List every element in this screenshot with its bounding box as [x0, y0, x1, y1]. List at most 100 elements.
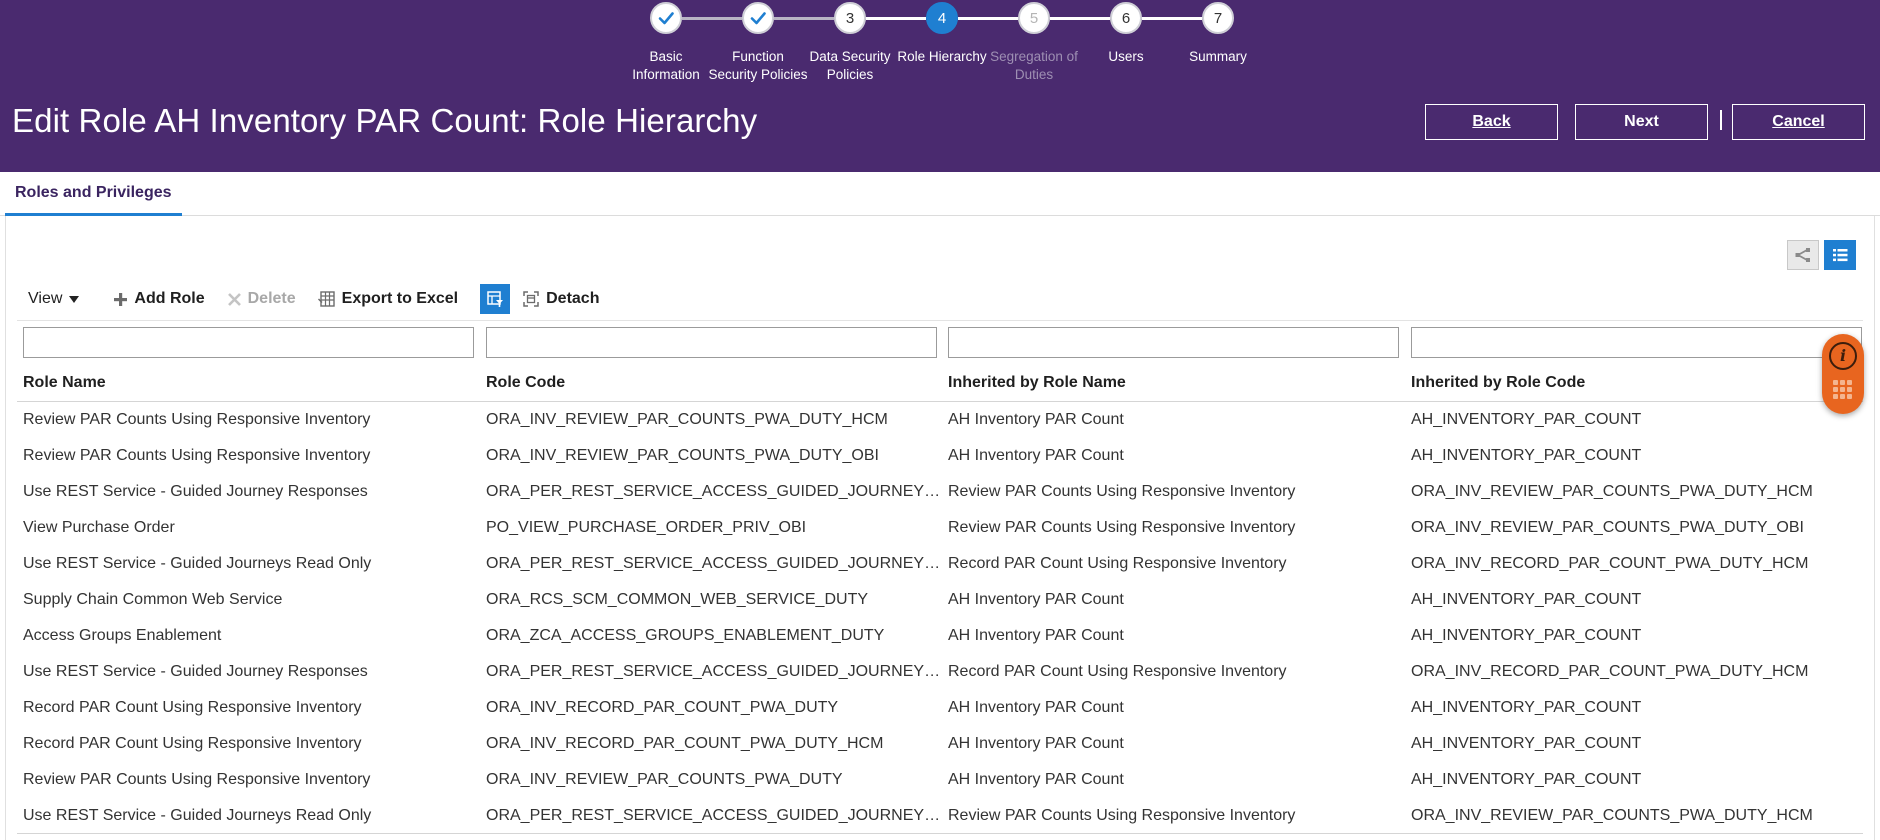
page-title: Edit Role AH Inventory PAR Count: Role H… [12, 102, 758, 139]
train-stop-users[interactable]: 6 [1110, 2, 1142, 34]
train-stop-role-hierarchy[interactable]: 4 [926, 2, 958, 34]
cell-role-code: ORA_INV_RECORD_PAR_COUNT_PWA_DUTY_HCM [486, 735, 884, 752]
hierarchy-icon [1795, 248, 1810, 262]
cell-inherited-role-name: Review PAR Counts Using Responsive Inven… [948, 519, 1296, 536]
checkmark-icon [750, 12, 766, 25]
cell-inherited-role-name: Record PAR Count Using Responsive Invent… [948, 663, 1287, 680]
cell-inherited-role-code: ORA_INV_RECORD_PAR_COUNT_PWA_DUTY_HCM [1411, 555, 1809, 572]
train-stop-summary[interactable]: 7 [1202, 2, 1234, 34]
cell-inherited-role-name: Review PAR Counts Using Responsive Inven… [948, 483, 1296, 500]
cell-role-name: Review PAR Counts Using Responsive Inven… [23, 411, 371, 428]
table-row[interactable]: Review PAR Counts Using Responsive Inven… [17, 762, 1863, 798]
table-row[interactable]: Use REST Service - Guided Journey Respon… [17, 654, 1863, 690]
detach-label: Detach [546, 290, 600, 307]
cell-role-code: ORA_INV_REVIEW_PAR_COUNTS_PWA_DUTY [486, 771, 843, 788]
table-row[interactable]: Record PAR Count Using Responsive Invent… [17, 690, 1863, 726]
train-stop-data-security[interactable]: 3 [834, 2, 866, 34]
cancel-button[interactable]: Cancel [1732, 104, 1865, 140]
table-row[interactable]: Record PAR Count Using Responsive Invent… [17, 726, 1863, 762]
table-row[interactable]: Supply Chain Common Web Service ORA_RCS_S… [17, 582, 1863, 618]
inherited-role-code-filter-input[interactable] [1411, 327, 1862, 358]
detach-button[interactable]: Detach [522, 290, 599, 308]
view-menu-label: View [28, 290, 63, 307]
train-connector [1050, 17, 1110, 20]
cell-role-code: ORA_ZCA_ACCESS_GROUPS_ENABLEMENT_DUTY [486, 627, 885, 644]
train-connector [866, 17, 926, 20]
cell-role-name: Review PAR Counts Using Responsive Inven… [23, 447, 371, 464]
inherited-role-name-filter-input[interactable] [948, 327, 1399, 358]
cell-inherited-role-name: AH Inventory PAR Count [948, 591, 1124, 608]
plus-icon [113, 292, 128, 307]
button-separator [1720, 110, 1722, 130]
table-row[interactable]: Review PAR Counts Using Responsive Inven… [17, 402, 1863, 438]
cell-role-name: Review PAR Counts Using Responsive Inven… [23, 771, 371, 788]
cell-role-name: Access Groups Enablement [23, 627, 222, 644]
delete-button[interactable]: Delete [227, 290, 296, 308]
cell-inherited-role-name: Record PAR Count Using Responsive Invent… [948, 555, 1287, 572]
tab-bar: Roles and Privileges [0, 172, 1880, 216]
grid-dots-icon[interactable] [1833, 380, 1853, 402]
table-row[interactable]: View Purchase Order PO_VIEW_PURCHASE_ORDE… [17, 510, 1863, 546]
cell-role-name: Use REST Service - Guided Journey Respon… [23, 483, 368, 500]
table-row[interactable]: Use REST Service - Guided Journeys Read … [17, 546, 1863, 582]
table-row[interactable]: Use REST Service - Guided Journey Respon… [17, 474, 1863, 510]
page-header: Basic Information Function Security Polici… [0, 0, 1880, 172]
train-stop-segregation-of-duties: 5 [1018, 2, 1050, 34]
cell-role-name: Use REST Service - Guided Journeys Read … [23, 555, 372, 572]
role-name-filter-input[interactable] [23, 327, 474, 358]
cell-role-name: Use REST Service - Guided Journeys Read … [23, 807, 372, 824]
spreadsheet-icon [317, 290, 336, 308]
floating-help-widget[interactable]: i [1822, 334, 1864, 414]
query-by-example-button[interactable] [480, 284, 511, 314]
hierarchy-view-toggle[interactable] [1787, 240, 1819, 270]
role-code-filter-input[interactable] [486, 327, 937, 358]
cell-role-name: Record PAR Count Using Responsive Invent… [23, 699, 362, 716]
cell-inherited-role-code: ORA_INV_REVIEW_PAR_COUNTS_PWA_DUTY_HCM [1411, 807, 1813, 824]
query-by-example-icon [487, 291, 504, 307]
cell-inherited-role-code: ORA_INV_REVIEW_PAR_COUNTS_PWA_DUTY_HCM [1411, 483, 1813, 500]
cell-role-code: ORA_INV_REVIEW_PAR_COUNTS_PWA_DUTY_OBI [486, 447, 879, 464]
cell-role-code: ORA_PER_REST_SERVICE_ACCESS_GUIDED_JOURN… [486, 555, 941, 572]
export-to-excel-button[interactable]: Export to Excel [317, 290, 459, 308]
checkmark-icon [658, 12, 674, 25]
cell-role-code: ORA_PER_REST_SERVICE_ACCESS_GUIDED_JOURN… [486, 663, 941, 680]
cell-inherited-role-code: ORA_INV_REVIEW_PAR_COUNTS_PWA_DUTY_OBI [1411, 519, 1804, 536]
cell-role-name: Supply Chain Common Web Service [23, 591, 283, 608]
column-header-role-name[interactable]: Role Name [23, 374, 475, 392]
column-header-role-code[interactable]: Role Code [486, 374, 952, 392]
caret-down-icon [69, 295, 80, 303]
cell-inherited-role-name: AH Inventory PAR Count [948, 447, 1124, 464]
tab-roles-and-privileges[interactable]: Roles and Privileges [5, 182, 182, 216]
table-row[interactable]: Review PAR Counts Using Responsive Inven… [17, 438, 1863, 474]
detach-icon [522, 290, 540, 308]
cell-role-code: ORA_PER_REST_SERVICE_ACCESS_GUIDED_JOURN… [486, 483, 941, 500]
x-icon [227, 292, 242, 307]
delete-label: Delete [247, 290, 296, 307]
view-menu[interactable]: View [28, 290, 80, 308]
list-view-toggle[interactable] [1824, 240, 1856, 270]
cell-role-code: ORA_PER_REST_SERVICE_ACCESS_GUIDED_JOURN… [486, 807, 941, 824]
cell-inherited-role-code: AH_INVENTORY_PAR_COUNT [1411, 411, 1642, 428]
train-connector [774, 17, 834, 20]
next-button[interactable]: Next [1575, 104, 1708, 140]
back-button[interactable]: Back [1425, 104, 1558, 140]
table-row[interactable]: Use REST Service - Guided Journeys Read … [17, 798, 1863, 834]
back-button-label: Back [1472, 113, 1511, 130]
cell-inherited-role-code: AH_INVENTORY_PAR_COUNT [1411, 447, 1642, 464]
cell-inherited-role-code: AH_INVENTORY_PAR_COUNT [1411, 735, 1642, 752]
train-stop-function-security[interactable] [742, 2, 774, 34]
add-role-button[interactable]: Add Role [113, 290, 205, 308]
cell-role-name: Use REST Service - Guided Journey Respon… [23, 663, 368, 680]
table-row[interactable]: Access Groups Enablement ORA_ZCA_ACCESS_G… [17, 618, 1863, 654]
cell-inherited-role-name: AH Inventory PAR Count [948, 699, 1124, 716]
table-header-row: Role Name Role Code Inherited by Role Na… [17, 362, 1863, 402]
cell-role-code: PO_VIEW_PURCHASE_ORDER_PRIV_OBI [486, 519, 807, 536]
export-label: Export to Excel [341, 290, 459, 307]
cell-role-code: ORA_RCS_SCM_COMMON_WEB_SERVICE_DUTY [486, 591, 869, 608]
column-header-inherited-role-name[interactable]: Inherited by Role Name [948, 374, 1400, 392]
column-header-inherited-role-code[interactable]: Inherited by Role Code [1411, 374, 1863, 392]
train-stop-basic-information[interactable] [650, 2, 682, 34]
info-icon[interactable]: i [1829, 342, 1857, 370]
cell-inherited-role-code: ORA_INV_RECORD_PAR_COUNT_PWA_DUTY_HCM [1411, 663, 1809, 680]
cell-inherited-role-code: AH_INVENTORY_PAR_COUNT [1411, 627, 1642, 644]
